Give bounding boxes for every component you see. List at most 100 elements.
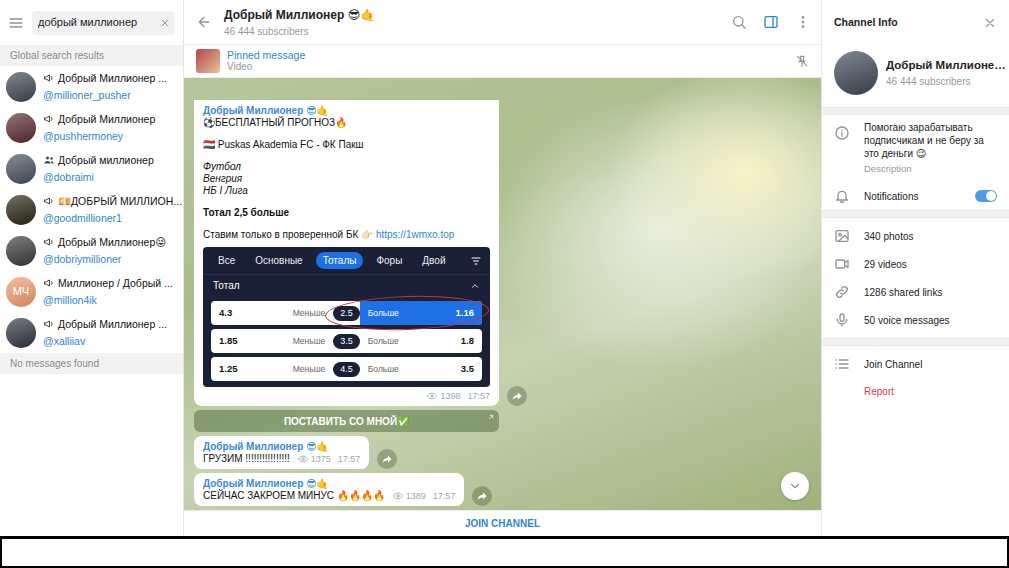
- message-link[interactable]: https://1wmxo.top: [376, 229, 454, 240]
- message-row: Добрый Миллионер 😎🤙СЕЙЧАС ЗАКРОЕМ МИНУС …: [194, 473, 821, 506]
- forward-button[interactable]: [377, 449, 397, 469]
- message-text: ГРУЗИМ !!!!!!!!!!!!!!!!: [203, 453, 290, 465]
- result-name: Добрый Миллионер ...: [58, 317, 167, 331]
- menu-icon[interactable]: [8, 15, 24, 31]
- chat-panel: Добрый Миллионер 😎🤙46 444 subscribersPin…: [184, 0, 821, 536]
- bet-section-header[interactable]: Тотал: [203, 274, 490, 297]
- under-side[interactable]: 1.25Меньше: [211, 357, 333, 381]
- over-odds: 1.16: [456, 307, 475, 319]
- text-line: [203, 151, 490, 161]
- avatar-fill: [6, 195, 36, 225]
- message: Добрый Миллионер 😎🤙⚽️БЕСПЛАТНЫЙ ПРОГНОЗ🔥…: [194, 100, 821, 432]
- result-username: @million4ik: [43, 293, 173, 307]
- text-segment: Венгрия: [203, 173, 242, 184]
- over-side[interactable]: Больше3.5: [360, 357, 482, 381]
- channel-profile: Добрый Миллионе…46 444 subscribers: [822, 45, 1009, 107]
- odds-row[interactable]: 4.3Меньше2.5Больше1.16: [211, 301, 482, 325]
- join-button[interactable]: Join Channel: [822, 350, 1009, 378]
- scroll-down-button[interactable]: [781, 472, 809, 500]
- search-result[interactable]: Добрый Миллионер@pushhermoney: [0, 107, 183, 148]
- text-segment: НБ I Лига: [203, 185, 248, 196]
- channel-avatar[interactable]: [834, 51, 878, 95]
- forward-button[interactable]: [507, 386, 527, 406]
- bet-tab[interactable]: Форы: [369, 252, 409, 269]
- media-row[interactable]: 50 voice messages: [822, 306, 1009, 334]
- over-label: Больше: [368, 335, 399, 347]
- search-result[interactable]: Добрый Миллионер ...@millioner_pusher: [0, 66, 183, 107]
- sidebar-icon[interactable]: [763, 14, 779, 30]
- result-info: Добрый Миллионер ...@millioner_pusher: [43, 71, 167, 102]
- meta-row: 139817:57: [203, 390, 490, 402]
- over-side[interactable]: Больше1.16: [360, 301, 482, 325]
- avatar: [6, 72, 36, 102]
- under-side[interactable]: 1.85Меньше: [211, 329, 333, 353]
- bet-screenshot: Все Основные Тоталы Форы Двой Тотал 4.3Меньше2…: [203, 247, 490, 387]
- result-info: Добрый Миллионер ...@xalliiav: [43, 317, 167, 348]
- close-icon[interactable]: [983, 16, 997, 30]
- search-result[interactable]: Добрый Миллионер😜@dobriymillioner: [0, 230, 183, 271]
- external-arrow-icon: [487, 413, 495, 421]
- description-label: Description: [864, 162, 997, 176]
- more-icon[interactable]: [795, 14, 811, 30]
- toggle-knob: [986, 191, 996, 201]
- bet-tab[interactable]: Основные: [248, 252, 309, 269]
- over-side[interactable]: Больше 1.8: [360, 329, 482, 353]
- result-name: Добрый Миллионер😜: [58, 235, 166, 249]
- chat-title[interactable]: Добрый Миллионер 😎🤙: [224, 6, 375, 24]
- search-result[interactable]: 💴ДОБРЫЙ МИЛЛИОН...@goodmillioner1: [0, 189, 183, 230]
- channel-info-panel: Channel InfoДобрый Миллионе…46 444 subsc…: [821, 0, 1009, 536]
- media-row[interactable]: 29 videos: [822, 250, 1009, 278]
- message-bubble: Добрый Миллионер 😎🤙СЕЙЧАС ЗАКРОЕМ МИНУС …: [194, 473, 464, 506]
- author-name[interactable]: Добрый Миллионер 😎🤙: [203, 478, 455, 490]
- notifications-toggle[interactable]: [975, 190, 997, 202]
- result-username: @goodmillioner1: [43, 211, 179, 225]
- author-name[interactable]: Добрый Миллионер 😎🤙: [203, 441, 360, 453]
- filter-icon[interactable]: [470, 255, 482, 267]
- unpin-icon[interactable]: [795, 54, 809, 68]
- over-odds: 1.8: [461, 335, 474, 347]
- odds-row[interactable]: 1.25Меньше4.5Больше3.5: [211, 357, 482, 381]
- bet-tab[interactable]: Все: [211, 252, 242, 269]
- bet-tab[interactable]: Двой: [415, 252, 452, 269]
- chat-header: Добрый Миллионер 😎🤙46 444 subscribers: [184, 0, 821, 45]
- media-row[interactable]: 1286 shared links: [822, 278, 1009, 306]
- pinned-message[interactable]: Pinned messageVideo: [184, 45, 821, 78]
- media-row[interactable]: 340 photos: [822, 222, 1009, 250]
- text-segment: Ставим только в проверенной БК 👉🏻: [203, 229, 376, 240]
- result-name: Добрый Миллионер ...: [58, 71, 167, 85]
- megaphone-icon: [43, 236, 55, 248]
- bet-button[interactable]: ПОСТАВИТЬ СО МНОЙ✅: [194, 410, 499, 432]
- join-channel-button[interactable]: JOIN CHANNEL: [184, 510, 821, 536]
- back-arrow-icon[interactable]: [196, 14, 212, 30]
- view-count: 1375: [311, 453, 331, 465]
- clear-icon[interactable]: [159, 17, 171, 29]
- search-field[interactable]: [32, 11, 175, 35]
- video-icon: [834, 256, 850, 272]
- action-list: Join ChannelReport: [822, 346, 1009, 409]
- text-line: СЕЙЧАС ЗАКРОЕМ МИНУС 🔥🔥🔥🔥: [203, 490, 385, 502]
- bet-tab[interactable]: Тоталы: [316, 252, 364, 269]
- search-result[interactable]: Добрый миллионер@dobraimi: [0, 148, 183, 189]
- chevron-icon[interactable]: [470, 281, 480, 291]
- odds-row[interactable]: 1.85Меньше3.5Больше1.8: [211, 329, 482, 353]
- search-result[interactable]: МЧМиллионер / Добрый ...@million4ik: [0, 271, 183, 312]
- message: Добрый Миллионер 😎🤙ГРУЗИМ !!!!!!!!!!!!!!…: [194, 436, 821, 469]
- result-info: Добрый миллионер@dobraimi: [43, 153, 154, 184]
- forward-button[interactable]: [472, 486, 492, 506]
- megaphone-icon: [43, 195, 55, 207]
- search-input[interactable]: [38, 14, 159, 31]
- result-name-row: Добрый миллионер: [43, 153, 154, 167]
- under-side[interactable]: 4.3Меньше: [211, 301, 333, 325]
- header-actions: [731, 14, 811, 30]
- media-label: 1286 shared links: [864, 285, 942, 300]
- notifications-row[interactable]: Notifications: [822, 182, 1009, 210]
- telegram-window: Global search resultsДобрый Миллионер ..…: [0, 0, 1009, 536]
- divider: [822, 210, 1009, 218]
- microphone-icon: [834, 312, 850, 328]
- search-icon[interactable]: [731, 14, 747, 30]
- author-name[interactable]: Добрый Миллионер 😎🤙: [203, 105, 490, 117]
- text-segment: 🇭🇺 Puskas Akademia FC - ФК Пакш: [203, 139, 364, 150]
- message: Добрый Миллионер 😎🤙СЕЙЧАС ЗАКРОЕМ МИНУС …: [194, 473, 821, 506]
- report-button[interactable]: Report: [822, 378, 1009, 405]
- search-result[interactable]: Добрый Миллионер ...@xalliiav: [0, 312, 183, 353]
